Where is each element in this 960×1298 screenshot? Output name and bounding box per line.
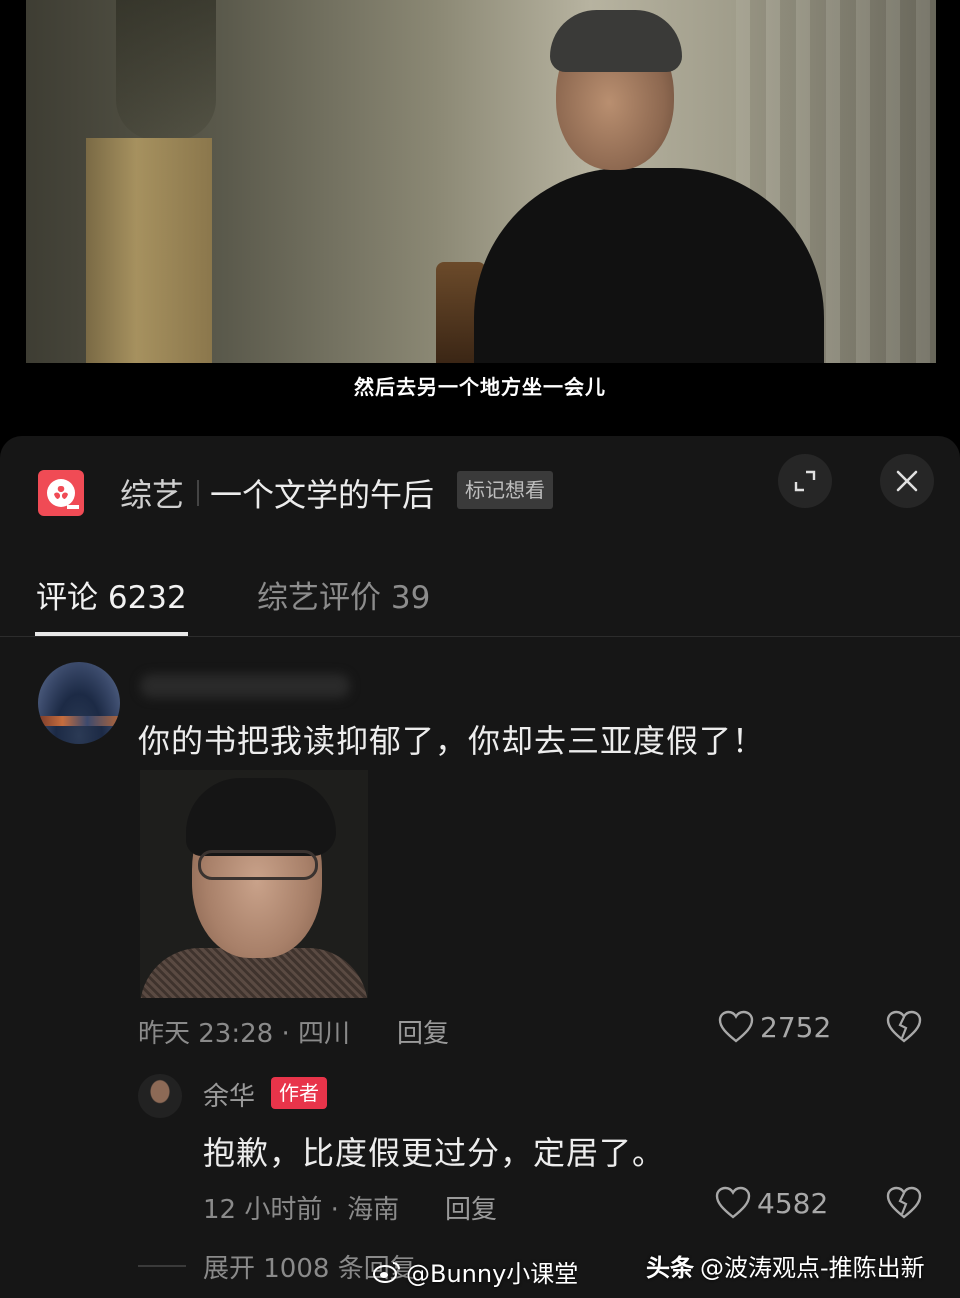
author-avatar[interactable] <box>138 1074 182 1118</box>
video-frame <box>26 0 936 363</box>
comment-panel: 综艺 一个文学的午后 标记想看 评论 6232 综艺评价 39 你的书把我读抑郁… <box>0 436 960 1298</box>
reply-author-name[interactable]: 余华 <box>203 1076 255 1113</box>
category-label[interactable]: 综艺 <box>120 470 184 516</box>
commenter-name-blurred <box>140 674 350 698</box>
comment-like-button[interactable]: 2752 <box>718 1010 831 1044</box>
comment-meta: 昨天 23:28 · 四川 <box>138 1019 350 1049</box>
reply-reply-button[interactable]: 回复 <box>445 1189 497 1226</box>
heart-icon <box>718 1010 754 1043</box>
header-divider <box>197 480 199 506</box>
active-tab-indicator <box>35 632 188 636</box>
broken-heart-icon <box>886 1186 922 1219</box>
close-icon <box>896 470 918 492</box>
expand-icon <box>794 470 816 492</box>
close-button[interactable] <box>880 454 934 508</box>
video-player[interactable]: 然后去另一个地方坐一会儿 <box>0 0 960 436</box>
weibo-watermark: @Bunny小课堂 <box>372 1254 578 1289</box>
heart-icon <box>715 1186 751 1219</box>
tab-comments[interactable]: 评论 6232 <box>36 572 187 617</box>
comment-dislike-button[interactable] <box>886 1010 922 1048</box>
tab-reviews[interactable]: 综艺评价 39 <box>257 572 430 617</box>
reply-meta: 12 小时前 · 海南 <box>203 1195 400 1225</box>
toutiao-brand: 头条 <box>646 1254 694 1282</box>
reply-like-count: 4582 <box>757 1186 829 1220</box>
film-reel-icon <box>38 470 84 516</box>
panel-header: 综艺 一个文学的午后 标记想看 <box>0 436 960 546</box>
tab-bar: 评论 6232 综艺评价 39 <box>0 556 960 637</box>
broken-heart-icon <box>886 1010 922 1043</box>
comment-text: 你的书把我读抑郁了，你却去三亚度假了！ <box>138 722 766 760</box>
commenter-avatar[interactable] <box>38 662 120 744</box>
reply-dislike-button[interactable] <box>886 1186 922 1224</box>
author-badge: 作者 <box>271 1077 327 1109</box>
comment-reply-button[interactable]: 回复 <box>397 1013 449 1050</box>
reply-text: 抱歉，比度假更过分，定居了。 <box>203 1134 666 1172</box>
toutiao-account: @波涛观点-推陈出新 <box>700 1254 925 1282</box>
weibo-watermark-text: @Bunny小课堂 <box>406 1260 579 1288</box>
reply-like-button[interactable]: 4582 <box>715 1186 828 1220</box>
comment-like-count: 2752 <box>760 1010 832 1044</box>
weibo-logo-icon <box>373 1261 400 1283</box>
video-subtitle: 然后去另一个地方坐一会儿 <box>354 375 606 399</box>
comment-sticker-image[interactable] <box>140 770 368 998</box>
show-title[interactable]: 一个文学的午后 <box>210 470 434 516</box>
toutiao-watermark: 头条 @波涛观点-推陈出新 <box>646 1248 925 1283</box>
mark-want-to-watch-button[interactable]: 标记想看 <box>457 471 553 509</box>
expand-button[interactable] <box>778 454 832 508</box>
expand-replies-line <box>138 1265 186 1267</box>
